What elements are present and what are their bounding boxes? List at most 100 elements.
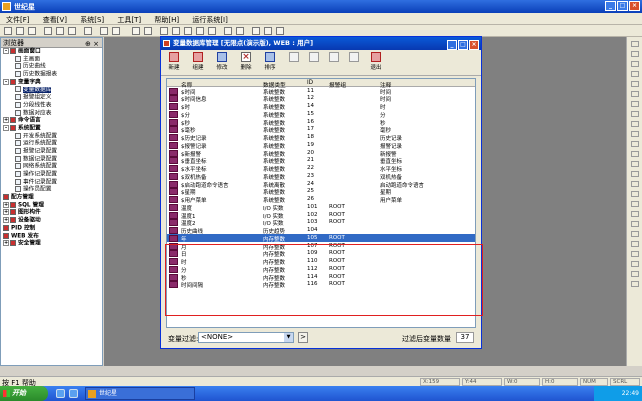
tool-color-icon[interactable] xyxy=(630,281,639,287)
tool-gauge-icon[interactable] xyxy=(630,181,639,187)
align-top-icon[interactable] xyxy=(196,27,204,35)
tool-zoom-icon[interactable] xyxy=(630,261,639,267)
menu-run-system[interactable]: 运行系统[I] xyxy=(186,13,233,25)
browser-quicklaunch-icon[interactable] xyxy=(56,389,65,398)
table-row[interactable]: $用户菜单 系统整数 26 用户菜单 xyxy=(167,196,475,204)
align-bottom-icon[interactable] xyxy=(208,27,216,35)
chevron-down-icon[interactable]: ▼ xyxy=(284,333,293,342)
tree-item[interactable]: - 画面窗口 xyxy=(1,48,102,56)
tool-polygon-icon[interactable] xyxy=(630,91,639,97)
taskbar-app-item[interactable]: 世纪星 xyxy=(85,387,195,400)
tool-line-icon[interactable] xyxy=(630,51,639,57)
tree-item[interactable]: 报警组定义 xyxy=(1,94,102,102)
menu-help[interactable]: 帮助[H] xyxy=(148,13,184,25)
redo-icon[interactable] xyxy=(112,27,120,35)
tree-item[interactable]: 变量数据库 xyxy=(1,86,102,94)
col-id-header[interactable]: ID xyxy=(307,80,313,86)
tool-back-icon[interactable] xyxy=(630,231,639,237)
tree-item[interactable]: 操作记录配置 xyxy=(1,171,102,179)
close-button[interactable]: × xyxy=(629,1,640,11)
tool-select-icon[interactable] xyxy=(630,41,639,47)
menu-system[interactable]: 系统[S] xyxy=(74,13,109,25)
tree-item[interactable]: 主画面 xyxy=(1,55,102,64)
expand-icon[interactable]: + xyxy=(3,240,9,247)
tool-trend-icon[interactable] xyxy=(630,141,639,147)
table-row[interactable]: 温度2 I/O 实数 103 ROOT xyxy=(167,219,475,227)
tree-item[interactable]: + 命令语言 xyxy=(1,117,102,125)
delete-button[interactable]: × 删除 xyxy=(237,52,255,71)
table-row[interactable]: $时 系统整数 14 时 xyxy=(167,103,475,111)
tree-item[interactable]: + 图形构件 xyxy=(1,209,102,217)
save-icon[interactable] xyxy=(28,27,36,35)
tool-button-icon[interactable] xyxy=(630,131,639,137)
tool-rotate-icon[interactable] xyxy=(630,241,639,247)
layout-icon[interactable] xyxy=(264,27,272,35)
edit-button[interactable]: 修改 xyxy=(213,52,231,71)
dialog-close-button[interactable]: × xyxy=(469,40,479,50)
tree-item[interactable]: 历史曲线 xyxy=(1,63,102,71)
tree-item[interactable]: 数据对应表 xyxy=(1,109,102,118)
tree-item[interactable]: 事件记录配置 xyxy=(1,178,102,187)
tree-item[interactable]: - 变量字典 xyxy=(1,78,102,87)
sort-button[interactable]: 排序 xyxy=(261,52,279,71)
tree-item[interactable]: + 安全管理 xyxy=(1,240,102,248)
tool-symbol-icon[interactable] xyxy=(630,191,639,197)
tree-item[interactable]: 配方管理 xyxy=(1,194,102,202)
grid-icon[interactable] xyxy=(252,27,260,35)
expand-icon[interactable]: + xyxy=(3,117,9,124)
table-row[interactable]: 历史曲线 历史趋势 104 xyxy=(167,227,475,235)
tool-text-icon[interactable] xyxy=(630,111,639,117)
delete-icon[interactable] xyxy=(84,27,92,35)
filter-apply-button[interactable]: > xyxy=(298,332,308,343)
start-button[interactable]: 开始 xyxy=(0,386,48,401)
tool-bitmap-icon[interactable] xyxy=(630,121,639,127)
new-file-icon[interactable] xyxy=(4,27,12,35)
open-file-icon[interactable] xyxy=(16,27,24,35)
tree-item[interactable]: PID 控制 xyxy=(1,224,102,233)
table-row[interactable]: $水平坐标 系统整数 22 水平坐标 xyxy=(167,165,475,173)
table-row[interactable]: $新报警 系统整数 20 新报警 xyxy=(167,149,475,158)
tree-item[interactable]: 历史数据报表 xyxy=(1,71,102,79)
pointer-icon[interactable] xyxy=(132,27,140,35)
menu-view[interactable]: 查看[V] xyxy=(37,13,72,25)
text-icon[interactable] xyxy=(224,27,232,35)
table-row[interactable]: $分 系统整数 15 分 xyxy=(167,110,475,119)
view-small-button[interactable] xyxy=(305,52,323,63)
tool-fill-icon[interactable] xyxy=(630,271,639,277)
cut-icon[interactable] xyxy=(44,27,52,35)
align-center-icon[interactable] xyxy=(172,27,180,35)
properties-icon[interactable] xyxy=(276,27,284,35)
table-row[interactable]: 温度 I/O 实数 101 ROOT xyxy=(167,203,475,212)
collapse-icon[interactable]: - xyxy=(3,48,9,54)
zoom-icon[interactable] xyxy=(144,27,152,35)
table-row[interactable]: $毫秒 系统整数 17 毫秒 xyxy=(167,126,475,134)
tool-alarm-icon[interactable] xyxy=(630,151,639,157)
tool-front-icon[interactable] xyxy=(630,221,639,227)
align-right-icon[interactable] xyxy=(184,27,192,35)
table-row[interactable]: $启动跑道命令语言 系统离散 24 启动跑道命令语言 xyxy=(167,180,475,189)
align-left-icon[interactable] xyxy=(160,27,168,35)
maximize-button[interactable]: □ xyxy=(617,1,628,11)
tree-item[interactable]: 操作员配置 xyxy=(1,186,102,194)
undo-icon[interactable] xyxy=(100,27,108,35)
copy-icon[interactable] xyxy=(56,27,64,35)
tree-item[interactable]: 数据记录配置 xyxy=(1,155,102,164)
table-row[interactable]: $时间信息 系统整数 12 时间 xyxy=(167,95,475,103)
tool-arc-icon[interactable] xyxy=(630,101,639,107)
table-row[interactable]: $秒 系统整数 16 秒 xyxy=(167,118,475,127)
line-icon[interactable] xyxy=(236,27,244,35)
table-row[interactable]: $时间 系统整数 11 时间 xyxy=(167,87,475,96)
tree-item[interactable]: + SQL 管理 xyxy=(1,201,102,210)
dialog-maximize-button[interactable]: □ xyxy=(458,40,468,50)
tree-item[interactable]: WEB 发布 xyxy=(1,232,102,241)
tree-item[interactable]: - 系统配置 xyxy=(1,124,102,133)
tree-item[interactable]: 报警记录配置 xyxy=(1,147,102,156)
view-large-button[interactable] xyxy=(285,52,303,63)
tool-polyline-icon[interactable] xyxy=(630,81,639,87)
expand-icon[interactable]: + xyxy=(3,209,9,216)
desktop-quicklaunch-icon[interactable] xyxy=(69,389,78,398)
table-row[interactable]: 温度1 I/O 实数 102 ROOT xyxy=(167,211,475,220)
tool-ellipse-icon[interactable] xyxy=(630,71,639,77)
tool-rect-icon[interactable] xyxy=(630,61,639,67)
collapse-icon[interactable]: - xyxy=(3,124,9,131)
